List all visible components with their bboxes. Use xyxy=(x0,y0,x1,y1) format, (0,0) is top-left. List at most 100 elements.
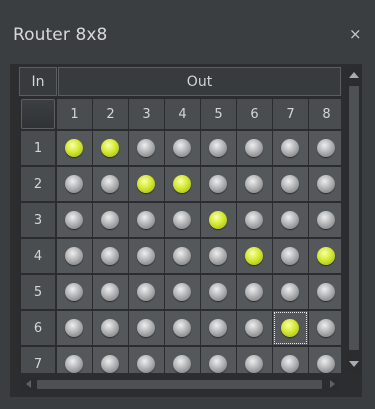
route-led-active[interactable] xyxy=(65,139,83,157)
route-led-inactive[interactable] xyxy=(245,319,263,337)
matrix-cell xyxy=(93,167,128,201)
route-led-inactive[interactable] xyxy=(317,139,335,157)
matrix-cell xyxy=(201,131,236,165)
corner-button[interactable] xyxy=(21,99,55,129)
matrix-cell xyxy=(57,347,92,373)
matrix-cell xyxy=(57,239,92,273)
route-led-inactive[interactable] xyxy=(245,355,263,373)
route-led-inactive[interactable] xyxy=(137,355,155,373)
route-led-inactive[interactable] xyxy=(65,247,83,265)
route-led-inactive[interactable] xyxy=(101,283,119,301)
matrix-cell xyxy=(273,167,308,201)
route-led-inactive[interactable] xyxy=(137,211,155,229)
route-led-inactive[interactable] xyxy=(209,283,227,301)
route-led-inactive[interactable] xyxy=(137,247,155,265)
matrix-cell xyxy=(237,131,272,165)
horizontal-scroll-thumb[interactable] xyxy=(37,380,322,389)
route-led-inactive[interactable] xyxy=(281,211,299,229)
route-led-inactive[interactable] xyxy=(209,319,227,337)
route-led-inactive[interactable] xyxy=(209,139,227,157)
matrix-cell xyxy=(273,131,308,165)
matrix-cell xyxy=(201,347,236,373)
route-led-inactive[interactable] xyxy=(281,247,299,265)
route-led-inactive[interactable] xyxy=(317,211,335,229)
route-led-active[interactable] xyxy=(101,139,119,157)
matrix-cell xyxy=(201,239,236,273)
route-led-inactive[interactable] xyxy=(245,175,263,193)
in-header: In xyxy=(19,67,57,96)
route-led-active[interactable] xyxy=(317,247,335,265)
matrix-cell xyxy=(57,275,92,309)
arrow-left-icon[interactable] xyxy=(26,380,31,388)
matrix-cell xyxy=(165,203,200,237)
route-led-inactive[interactable] xyxy=(65,355,83,373)
matrix-cell xyxy=(273,203,308,237)
matrix-cell xyxy=(165,311,200,345)
route-led-inactive[interactable] xyxy=(101,211,119,229)
route-led-inactive[interactable] xyxy=(245,283,263,301)
route-led-active[interactable] xyxy=(209,211,227,229)
route-led-inactive[interactable] xyxy=(317,319,335,337)
column-header-6: 6 xyxy=(237,99,272,129)
close-icon[interactable]: × xyxy=(349,27,362,42)
vertical-scroll-thumb[interactable] xyxy=(349,86,359,350)
arrow-up-icon[interactable] xyxy=(349,72,359,78)
route-led-inactive[interactable] xyxy=(137,283,155,301)
row-header-2: 2 xyxy=(21,167,55,201)
route-led-inactive[interactable] xyxy=(101,175,119,193)
matrix-cell xyxy=(57,167,92,201)
matrix-cell xyxy=(165,275,200,309)
column-header-4: 4 xyxy=(165,99,200,129)
route-led-inactive[interactable] xyxy=(173,283,191,301)
column-header-5: 5 xyxy=(201,99,236,129)
route-led-inactive[interactable] xyxy=(101,355,119,373)
matrix-cell xyxy=(309,203,341,237)
route-led-inactive[interactable] xyxy=(245,211,263,229)
route-led-inactive[interactable] xyxy=(317,283,335,301)
row-header-3: 3 xyxy=(21,203,55,237)
route-led-inactive[interactable] xyxy=(281,175,299,193)
route-led-inactive[interactable] xyxy=(65,175,83,193)
route-led-active[interactable] xyxy=(245,247,263,265)
route-led-inactive[interactable] xyxy=(209,175,227,193)
arrow-down-icon[interactable] xyxy=(349,361,359,367)
matrix-cell xyxy=(201,275,236,309)
matrix-cell xyxy=(273,239,308,273)
column-header-1: 1 xyxy=(57,99,92,129)
route-led-active[interactable] xyxy=(281,319,299,337)
matrix-cell xyxy=(237,311,272,345)
route-led-inactive[interactable] xyxy=(65,319,83,337)
route-led-inactive[interactable] xyxy=(209,247,227,265)
route-led-inactive[interactable] xyxy=(65,211,83,229)
route-led-inactive[interactable] xyxy=(209,355,227,373)
route-led-inactive[interactable] xyxy=(281,355,299,373)
route-led-active[interactable] xyxy=(137,175,155,193)
route-led-inactive[interactable] xyxy=(281,283,299,301)
route-led-active[interactable] xyxy=(173,175,191,193)
matrix-cell xyxy=(201,167,236,201)
matrix-cell xyxy=(165,131,200,165)
routing-matrix: In Out 1234567812345678 xyxy=(19,67,341,373)
matrix-cell xyxy=(57,311,92,345)
column-header-2: 2 xyxy=(93,99,128,129)
column-header-8: 8 xyxy=(309,99,341,129)
route-led-inactive[interactable] xyxy=(173,139,191,157)
route-led-inactive[interactable] xyxy=(281,139,299,157)
route-led-inactive[interactable] xyxy=(65,283,83,301)
matrix-cell xyxy=(129,239,164,273)
route-led-inactive[interactable] xyxy=(317,175,335,193)
route-led-inactive[interactable] xyxy=(137,319,155,337)
route-led-inactive[interactable] xyxy=(137,139,155,157)
matrix-cell xyxy=(93,347,128,373)
route-led-inactive[interactable] xyxy=(245,139,263,157)
route-led-inactive[interactable] xyxy=(173,319,191,337)
matrix-cell xyxy=(57,131,92,165)
route-led-inactive[interactable] xyxy=(101,247,119,265)
matrix-cell xyxy=(309,239,341,273)
route-led-inactive[interactable] xyxy=(173,211,191,229)
arrow-right-icon[interactable] xyxy=(330,380,335,388)
route-led-inactive[interactable] xyxy=(101,319,119,337)
route-led-inactive[interactable] xyxy=(173,247,191,265)
route-led-inactive[interactable] xyxy=(317,355,335,373)
route-led-inactive[interactable] xyxy=(173,355,191,373)
